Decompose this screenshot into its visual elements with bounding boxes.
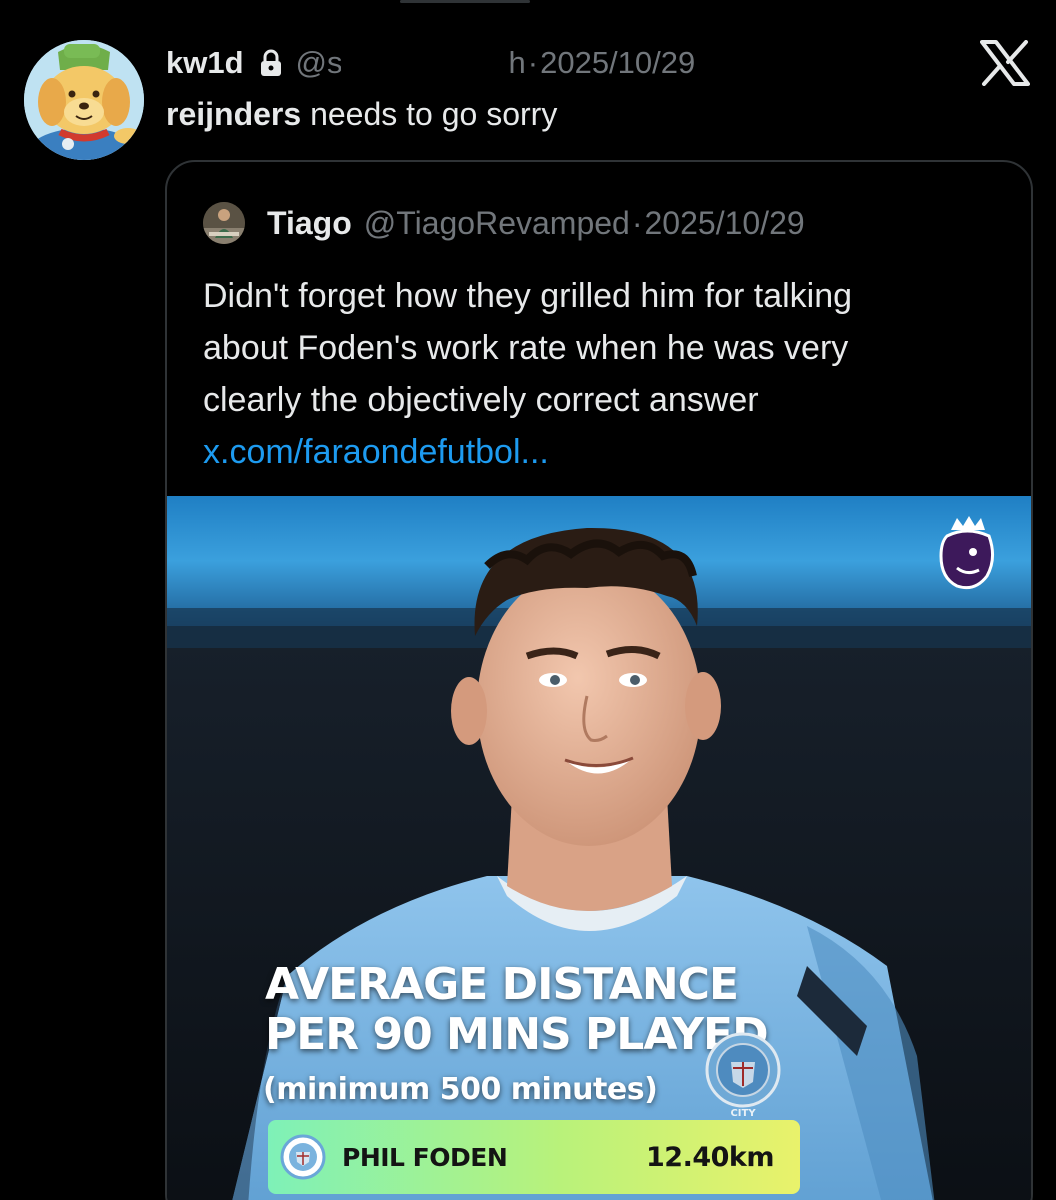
quoted-tweet-card[interactable]: Tiago @TiagoRevamped · 2025/10/29 Didn't…: [165, 160, 1033, 1200]
tweet-text-rest: needs to go sorry: [301, 96, 558, 132]
quoted-tweet-header: Tiago @TiagoRevamped · 2025/10/29: [203, 200, 805, 246]
manchester-city-crest-icon: CITY: [705, 1032, 781, 1119]
top-divider: [400, 0, 530, 3]
author-name[interactable]: kw1d: [166, 45, 244, 81]
redaction-mask: [340, 43, 511, 83]
quoted-author-name[interactable]: Tiago: [267, 205, 352, 242]
graphic-subline: (minimum 500 minutes): [263, 1072, 658, 1107]
header-separator: ·: [527, 45, 539, 80]
x-logo-icon: [980, 40, 1030, 86]
graphic-headline-line: AVERAGE DISTANCE: [265, 959, 739, 1010]
screenshot-root: kw1d @s h · 2025/10/29 reijnders needs t…: [0, 0, 1056, 1200]
author-handle[interactable]: @s: [296, 45, 343, 81]
quoted-author-avatar[interactable]: [203, 202, 245, 244]
dog-avatar-illustration: [24, 40, 144, 160]
tweet-text: reijnders needs to go sorry: [166, 94, 557, 134]
lock-icon: [258, 49, 284, 77]
tweet-date[interactable]: 2025/10/29: [540, 45, 695, 81]
quoted-text-line: clearly the objectively correct answer: [203, 381, 759, 419]
quoted-text-line: Didn't forget how they grilled him for t…: [203, 277, 853, 315]
stat-player-name: PHIL FODEN: [342, 1142, 508, 1172]
quoted-text-line: about Foden's work rate when he was very: [203, 329, 849, 367]
quoted-tweet-date[interactable]: 2025/10/29: [645, 205, 805, 242]
quoted-tweet-link[interactable]: x.com/faraondefutbol...: [203, 426, 1003, 478]
quoted-avatar-image: [203, 202, 245, 244]
tweet-text-bold: reijnders: [166, 96, 302, 132]
author-avatar[interactable]: [24, 40, 144, 160]
crest-text: CITY: [730, 1108, 756, 1119]
stat-value: 12.40km: [646, 1141, 775, 1173]
quoted-author-handle[interactable]: @TiagoRevamped: [364, 205, 630, 242]
graphic-headline-line: PER 90 MINS PLAYED: [265, 1009, 769, 1060]
stat-bar: PHIL FODEN 12.40km: [268, 1120, 800, 1194]
manchester-city-crest-icon: [280, 1134, 326, 1180]
graphic-headline: AVERAGE DISTANCE PER 90 MINS PLAYED: [265, 959, 769, 1060]
quoted-header-separator: ·: [631, 204, 643, 241]
author-handle-tail: h: [508, 45, 526, 80]
tweet-header: kw1d @s h · 2025/10/29: [166, 38, 695, 88]
quoted-tweet-media[interactable]: AVERAGE DISTANCE PER 90 MINS PLAYED (min…: [167, 496, 1031, 1200]
quoted-tweet-text: Didn't forget how they grilled him for t…: [203, 270, 1003, 478]
premier-league-lion-icon: [939, 516, 994, 590]
